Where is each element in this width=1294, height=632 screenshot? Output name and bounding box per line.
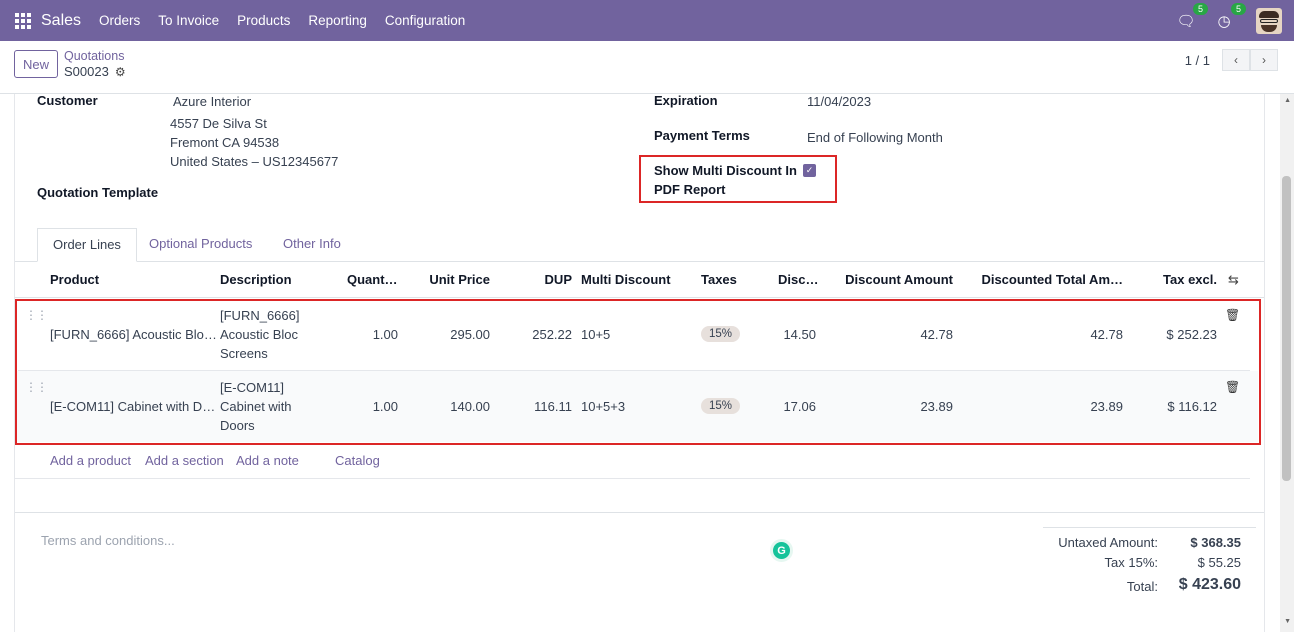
sheet-border bbox=[1264, 94, 1265, 632]
address-line-1: 4557 De Silva St bbox=[170, 116, 267, 131]
new-button[interactable]: New bbox=[14, 50, 58, 78]
gear-icon[interactable]: ⚙ bbox=[115, 65, 126, 79]
header-description[interactable]: Description bbox=[220, 272, 292, 287]
avatar[interactable] bbox=[1256, 7, 1282, 34]
pager-previous-button[interactable]: ‹ bbox=[1222, 49, 1250, 71]
scrollbar-thumb[interactable] bbox=[1282, 176, 1291, 481]
top-navbar: Sales Orders To Invoice Products Reporti… bbox=[0, 0, 1294, 41]
total-value: $ 423.60 bbox=[1178, 576, 1241, 593]
clock-icon[interactable]: ◷ 5 bbox=[1214, 2, 1246, 31]
table-header-divider bbox=[15, 297, 1264, 298]
expiration-field[interactable]: 11/04/2023 bbox=[807, 94, 871, 109]
breadcrumb[interactable]: Quotations bbox=[64, 49, 124, 63]
tax-label: Tax 15%: bbox=[1104, 555, 1158, 570]
totals-divider bbox=[1043, 527, 1256, 528]
header-discount-percent[interactable]: Disc… bbox=[778, 272, 818, 287]
header-multi-discount[interactable]: Multi Discount bbox=[581, 272, 671, 287]
customer-field[interactable]: Azure Interior bbox=[173, 94, 251, 109]
customer-label: Customer bbox=[37, 93, 98, 108]
app-name[interactable]: Sales bbox=[41, 12, 81, 30]
quotation-template-label: Quotation Template bbox=[37, 185, 159, 200]
optional-columns-icon[interactable]: ⇆ bbox=[1228, 272, 1239, 288]
header-discount-amount[interactable]: Discount Amount bbox=[833, 272, 953, 287]
header-dup[interactable]: DUP bbox=[522, 272, 572, 287]
table-bottom-divider bbox=[15, 478, 1250, 479]
tab-order-lines[interactable]: Order Lines bbox=[37, 228, 137, 262]
add-section-link[interactable]: Add a section bbox=[145, 453, 224, 468]
chat-icon[interactable]: 🗨 5 bbox=[1176, 2, 1208, 31]
record-name-text: S00023 bbox=[64, 64, 109, 79]
pager-value[interactable]: 1 / 1 bbox=[1185, 53, 1210, 68]
messages-badge: 5 bbox=[1192, 2, 1208, 15]
untaxed-amount-value: $ 368.35 bbox=[1190, 535, 1241, 550]
tab-optional-products[interactable]: Optional Products bbox=[134, 228, 267, 262]
tax-value: $ 55.25 bbox=[1197, 555, 1241, 570]
scroll-down-icon[interactable]: ▼ bbox=[1284, 618, 1291, 625]
expiration-label: Expiration bbox=[654, 93, 718, 108]
grammarly-icon[interactable]: G bbox=[770, 539, 793, 562]
header-taxes[interactable]: Taxes bbox=[701, 272, 737, 287]
payment-terms-field[interactable]: End of Following Month bbox=[807, 130, 943, 145]
apps-icon[interactable] bbox=[15, 12, 31, 29]
total-label: Total: bbox=[1126, 579, 1158, 594]
multi-discount-label-line1: Show Multi Discount In bbox=[654, 163, 797, 178]
menu-products[interactable]: Products bbox=[237, 13, 290, 28]
add-note-link[interactable]: Add a note bbox=[236, 453, 299, 468]
untaxed-amount-label: Untaxed Amount: bbox=[1058, 535, 1158, 550]
catalog-link[interactable]: Catalog bbox=[335, 453, 380, 468]
menu-reporting[interactable]: Reporting bbox=[308, 13, 367, 28]
order-lines-highlight bbox=[15, 299, 1261, 445]
header-discounted-total[interactable]: Discounted Total Am… bbox=[973, 272, 1123, 287]
tab-other-info[interactable]: Other Info bbox=[268, 228, 356, 262]
multi-discount-label-line2: PDF Report bbox=[654, 182, 726, 197]
header-tax-excl[interactable]: Tax excl. bbox=[1137, 272, 1217, 287]
scroll-up-icon[interactable]: ▲ bbox=[1284, 97, 1291, 104]
menu-orders[interactable]: Orders bbox=[99, 13, 140, 28]
payment-terms-label: Payment Terms bbox=[654, 128, 750, 143]
address-line-3: United States – US12345677 bbox=[170, 154, 339, 169]
control-panel: New Quotations S00023 ⚙ 1 / 1 ‹ › bbox=[0, 41, 1294, 94]
menu-to-invoice[interactable]: To Invoice bbox=[158, 13, 219, 28]
address-line-2: Fremont CA 94538 bbox=[170, 135, 280, 150]
terms-input[interactable]: Terms and conditions... bbox=[41, 533, 175, 548]
pager-next-button[interactable]: › bbox=[1250, 49, 1278, 71]
section-divider bbox=[15, 512, 1264, 513]
header-product[interactable]: Product bbox=[50, 272, 99, 287]
multi-discount-checkbox[interactable]: ✓ bbox=[803, 164, 816, 177]
header-unit-price[interactable]: Unit Price bbox=[410, 272, 490, 287]
menu-configuration[interactable]: Configuration bbox=[385, 13, 465, 28]
record-name: S00023 ⚙ bbox=[64, 64, 126, 79]
add-product-link[interactable]: Add a product bbox=[50, 453, 131, 468]
header-quantity[interactable]: Quant… bbox=[347, 272, 398, 287]
activities-badge: 5 bbox=[1230, 2, 1246, 15]
